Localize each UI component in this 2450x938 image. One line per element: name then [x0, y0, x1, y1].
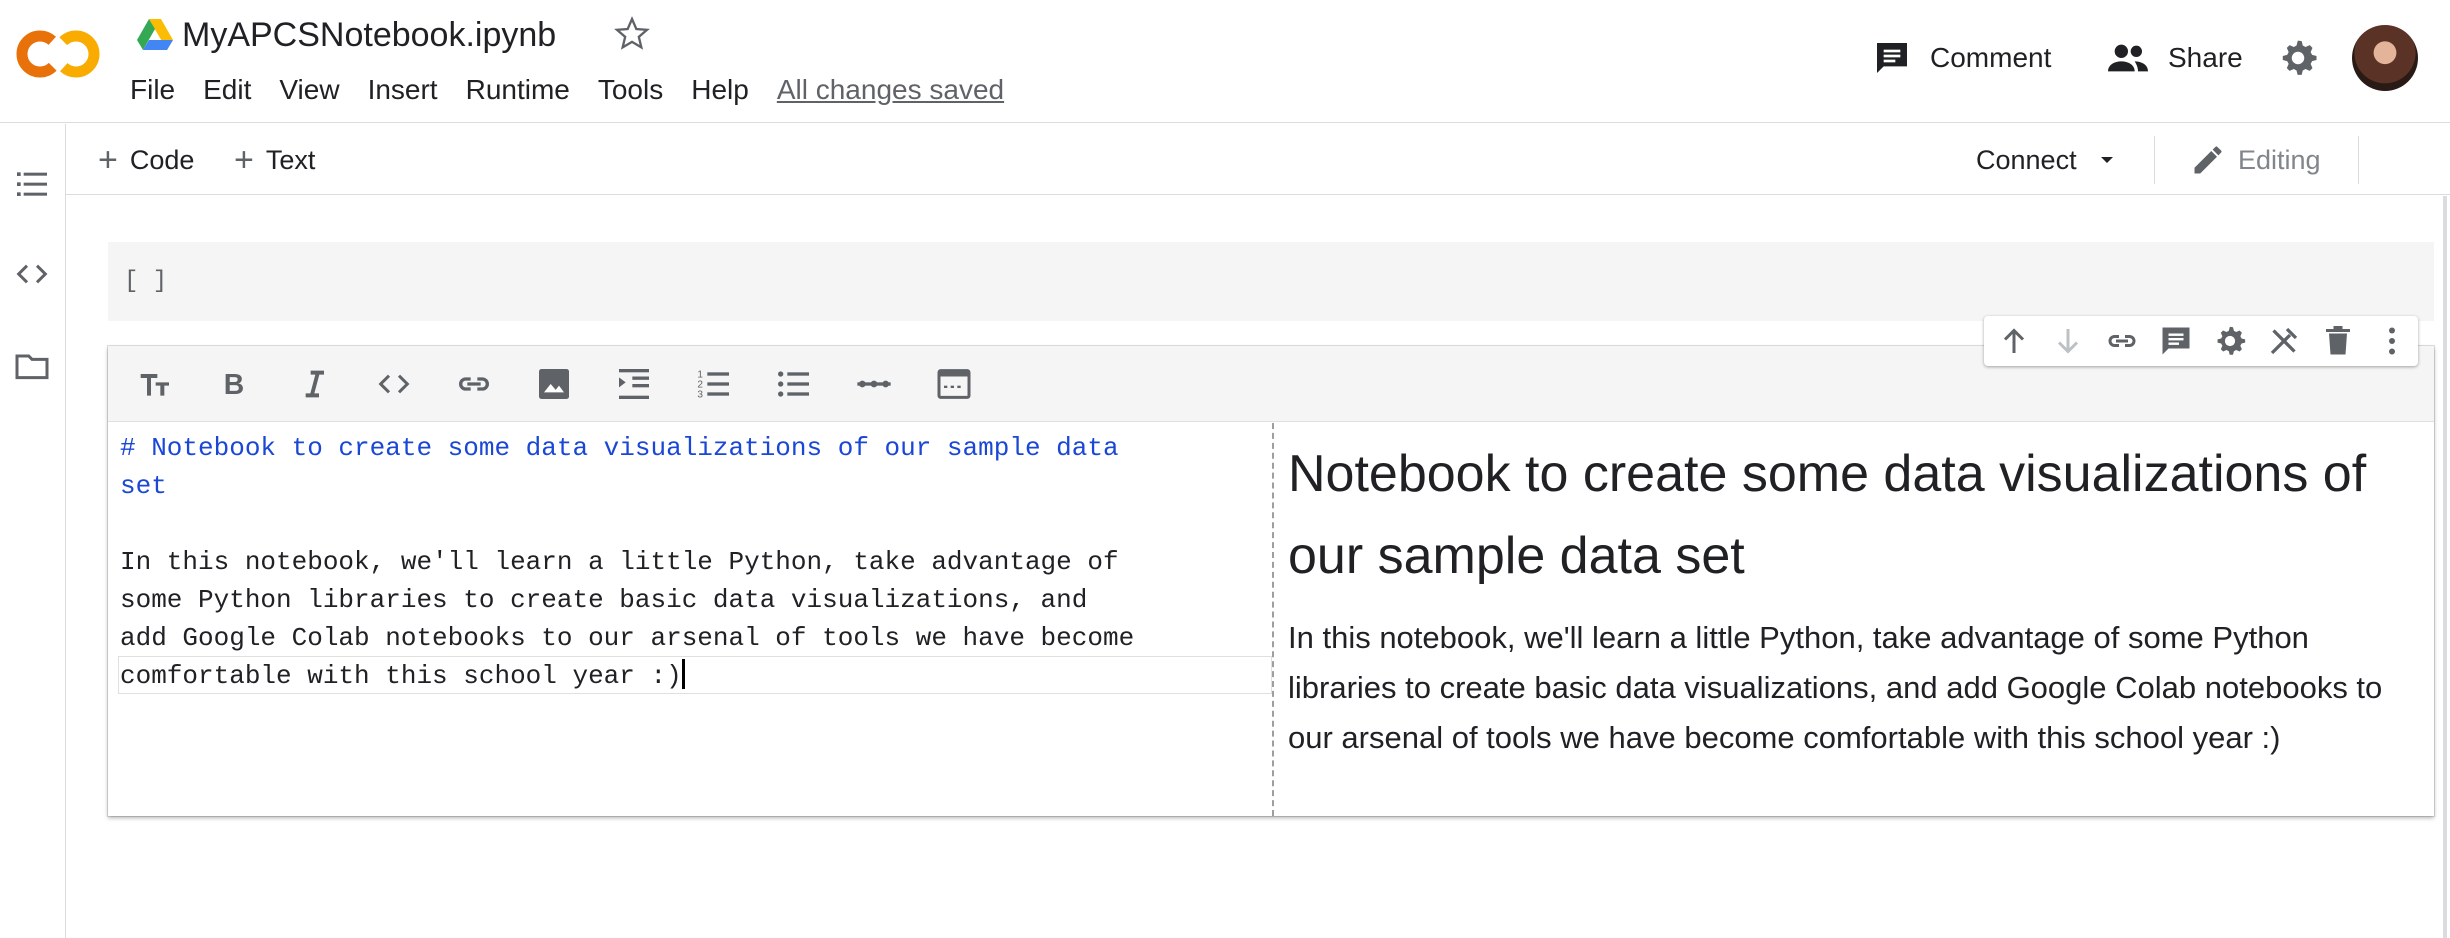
plus-icon: + — [98, 141, 118, 179]
preview-paragraph: In this notebook, we'll learn a little P… — [1288, 620, 2383, 755]
text-cell[interactable]: B 123 # Notebook to create some data vis… — [108, 346, 2434, 816]
toolbar-divider — [2358, 136, 2359, 184]
markdown-editor[interactable]: # Notebook to create some data visualiza… — [108, 423, 1274, 816]
add-code-label: Code — [129, 144, 195, 175]
bulleted-list-icon[interactable] — [774, 364, 814, 404]
move-up-icon[interactable] — [1996, 323, 2032, 359]
share-label: Share — [2168, 42, 2243, 73]
image-icon[interactable] — [534, 364, 574, 404]
menu-help[interactable]: Help — [691, 70, 749, 110]
add-code-button[interactable]: + Code — [98, 140, 194, 180]
code-cell[interactable]: [ ] — [108, 242, 2434, 321]
colab-logo[interactable] — [16, 26, 102, 82]
editing-mode-button[interactable]: Editing — [2190, 140, 2321, 180]
connect-button[interactable]: Connect — [1976, 140, 2119, 180]
dropdown-arrow-icon — [2100, 157, 2113, 163]
files-icon[interactable] — [12, 346, 52, 386]
settings-gear-icon[interactable] — [2276, 36, 2320, 80]
bold-icon[interactable]: B — [214, 364, 254, 404]
toggle-preview-icon[interactable] — [934, 364, 974, 404]
menu-runtime[interactable]: Runtime — [466, 70, 570, 110]
add-text-button[interactable]: + Text — [234, 140, 315, 180]
star-icon[interactable] — [612, 14, 652, 54]
svg-text:3: 3 — [697, 389, 703, 400]
code-icon[interactable] — [374, 364, 414, 404]
svg-text:B: B — [224, 369, 244, 401]
comment-button[interactable]: Comment — [1872, 36, 2051, 80]
table-of-contents-icon[interactable] — [12, 164, 52, 204]
notebook-toolbar: + Code + Text Connect Editing — [66, 124, 2450, 195]
markdown-preview: Notebook to create some data visualizati… — [1288, 423, 2424, 816]
indent-icon[interactable] — [614, 364, 654, 404]
save-status-link[interactable]: All changes saved — [777, 70, 1004, 110]
user-avatar[interactable] — [2352, 25, 2418, 91]
delete-cell-icon[interactable] — [2320, 323, 2356, 359]
markdown-body-source[interactable]: In this notebook, we'll learn a little P… — [120, 543, 1260, 695]
editing-label: Editing — [2238, 144, 2321, 175]
menu-insert[interactable]: Insert — [368, 70, 438, 110]
scrollbar[interactable] — [2443, 196, 2447, 938]
close-editor-icon[interactable] — [2266, 323, 2302, 359]
notebook-title[interactable]: MyAPCSNotebook.ipynb — [182, 10, 556, 60]
preview-heading: Notebook to create some data visualizati… — [1288, 445, 2367, 585]
numbered-list-icon[interactable]: 123 — [694, 364, 734, 404]
comment-label: Comment — [1930, 42, 2052, 73]
share-button[interactable]: Share — [2106, 36, 2243, 80]
link-icon[interactable] — [454, 364, 494, 404]
markdown-body-text: In this notebook, we'll learn a little P… — [120, 547, 1135, 691]
menu-bar: File Edit View Insert Runtime Tools Help… — [130, 70, 1004, 110]
plus-icon: + — [234, 141, 254, 179]
google-drive-icon — [137, 19, 173, 51]
move-down-icon[interactable] — [2050, 323, 2086, 359]
horizontal-rule-icon[interactable] — [854, 364, 894, 404]
left-sidebar — [0, 124, 66, 938]
header: MyAPCSNotebook.ipynb File Edit View Inse… — [0, 0, 2450, 123]
cell-action-toolbar — [1984, 316, 2418, 366]
execution-count[interactable]: [ ] — [124, 268, 167, 295]
menu-tools[interactable]: Tools — [598, 70, 663, 110]
cell-settings-icon[interactable] — [2212, 323, 2248, 359]
code-snippets-icon[interactable] — [12, 254, 52, 294]
menu-view[interactable]: View — [279, 70, 339, 110]
more-options-icon[interactable] — [2374, 323, 2410, 359]
italic-icon[interactable] — [294, 364, 334, 404]
link-to-cell-icon[interactable] — [2104, 323, 2140, 359]
menu-edit[interactable]: Edit — [203, 70, 251, 110]
menu-file[interactable]: File — [130, 70, 175, 110]
pencil-icon — [2194, 146, 2222, 174]
toolbar-divider — [2154, 136, 2155, 184]
markdown-heading-source[interactable]: # Notebook to create some data visualiza… — [120, 429, 1260, 505]
collapse-header-icon[interactable] — [2442, 140, 2450, 180]
people-icon — [2108, 44, 2148, 72]
comment-icon — [1877, 43, 1907, 73]
text-cursor — [681, 659, 685, 689]
add-text-label: Text — [265, 144, 316, 175]
connect-label: Connect — [1976, 144, 2077, 175]
add-comment-icon[interactable] — [2158, 323, 2194, 359]
text-size-icon[interactable] — [134, 364, 174, 404]
